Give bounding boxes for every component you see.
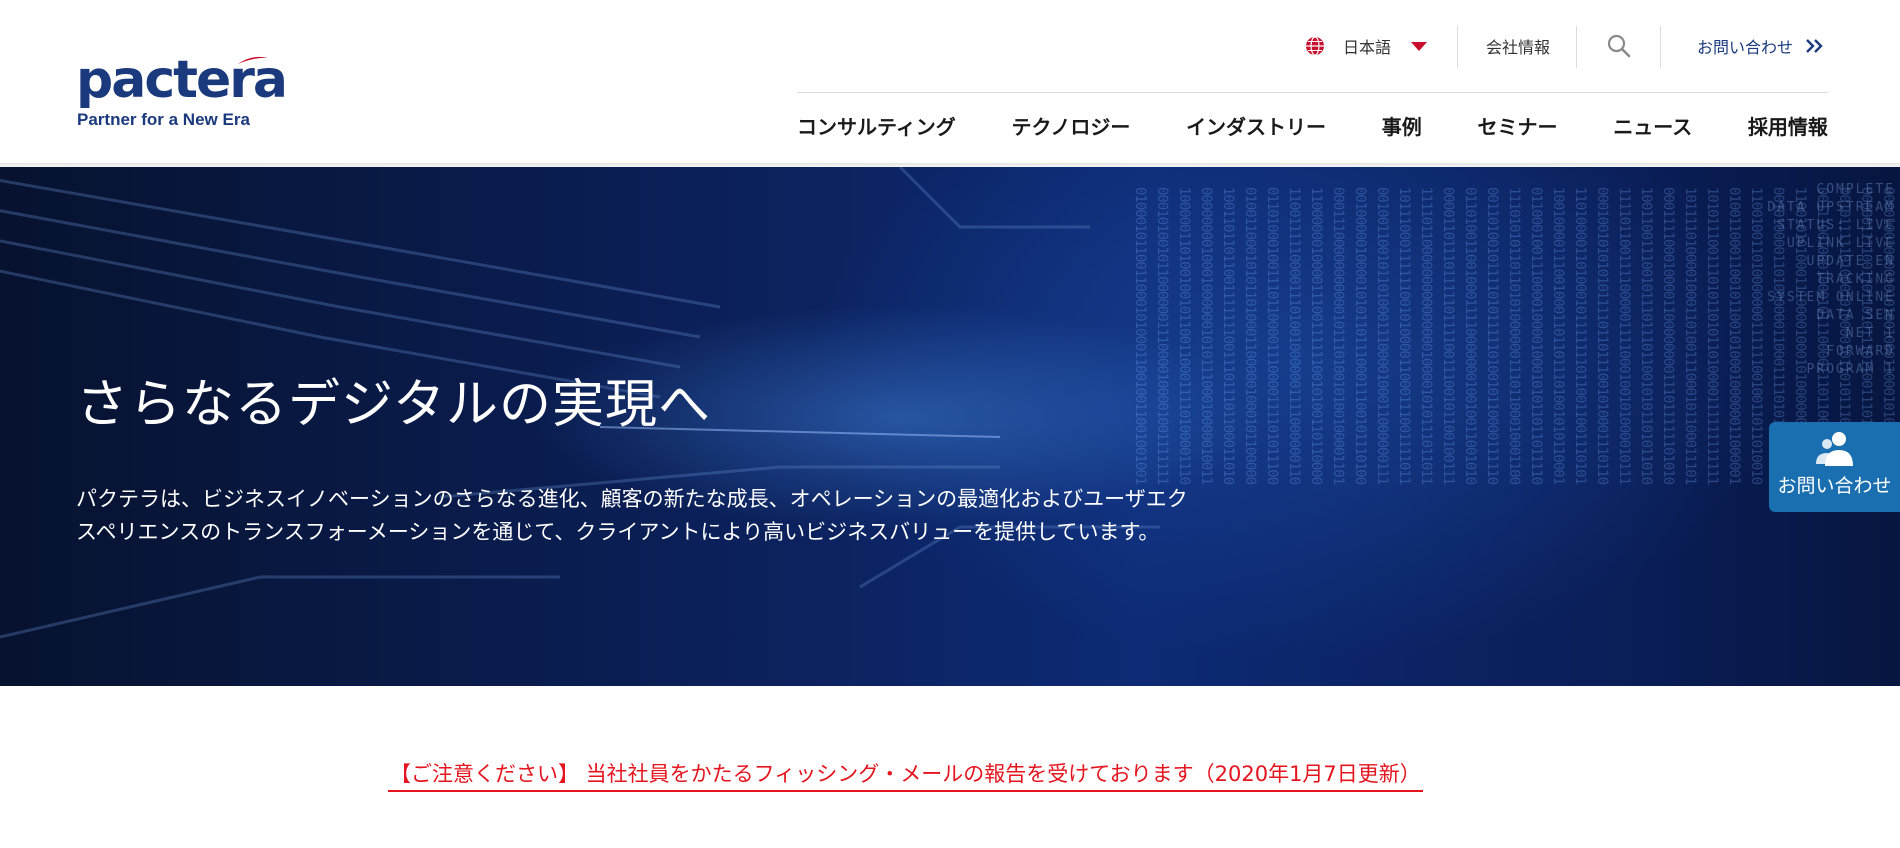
company-info-link[interactable]: 会社情報 [1486, 26, 1550, 66]
phishing-notice-link[interactable]: 【ご注意ください】 当社社員をかたるフィッシング・メールの報告を受けております（… [388, 758, 1423, 792]
matrix-column: 1001101101100111111100111011101100011010 [1220, 187, 1236, 485]
floating-contact-button[interactable]: お問い合わせ [1769, 422, 1900, 512]
hero-background-label: NET 1 [1846, 326, 1895, 341]
nav-item-news[interactable]: ニュース [1613, 112, 1692, 142]
matrix-column: 1001000011100100011011011101001010110001 [1550, 187, 1566, 485]
language-label: 日本語 [1343, 38, 1392, 57]
hero-background-label: COMPLETE [1816, 182, 1895, 197]
double-chevron-right-icon [1806, 39, 1823, 53]
divider [1660, 26, 1661, 68]
hero-background-label: SYSTEM ONLINE [1767, 290, 1895, 305]
matrix-column: 1000001101001001011001100011110100001110 [1176, 187, 1192, 485]
person-icon [1815, 432, 1853, 466]
matrix-column: 0110001001110000100001000101011011011110 [1528, 187, 1544, 485]
hero-background-label: DATA SEN [1816, 308, 1895, 323]
matrix-column: 1100111110000111010010000001111000000110 [1286, 187, 1302, 485]
nav-item-seminar[interactable]: セミナー [1478, 112, 1558, 142]
matrix-column: 0100110001010110100011000001000101100000 [1242, 187, 1258, 485]
matrix-column: 0100010110011000101000110010011001001001 [1132, 187, 1148, 485]
matrix-column: 1110101011011010100000011101100010001100 [1506, 187, 1522, 485]
matrix-column: 0001110000000000010111010010100100001101 [1330, 187, 1346, 485]
company-info-label: 会社情報 [1486, 38, 1551, 57]
matrix-column: 1101000011010001011111110110011001110101 [1572, 187, 1588, 485]
matrix-column: 0010000010000101011011100011100101110100 [1352, 187, 1368, 485]
matrix-column: 0110100010011101100001110000111101011100 [1264, 187, 1280, 485]
hero-background-label: UPLINK LIVE [1787, 236, 1895, 251]
hero-background-label: TRACKING [1816, 272, 1895, 287]
contact-label: お問い合わせ [1697, 38, 1794, 57]
floating-contact-label: お問い合わせ [1777, 475, 1892, 497]
matrix-column: 0000000010001000000101011100010000010011 [1198, 187, 1214, 485]
matrix-column: 1011100011111100101000011000111001111011 [1396, 187, 1412, 485]
matrix-column: 0001001010101011110110111001010001110110 [1594, 187, 1610, 485]
matrix-column: 0001111000100001100000000111011111101010 [1660, 187, 1676, 485]
header-divider [797, 92, 1828, 93]
main-nav: コンサルティング テクノロジー インダストリー 事例 セミナー ニュース 採用情… [797, 112, 1828, 142]
matrix-column: 0110100110010001111000000010010011001010 [1462, 187, 1478, 485]
nav-item-technology[interactable]: テクノロジー [1012, 112, 1131, 142]
pactera-logo[interactable]: pactera Partner for a New Era [76, 50, 288, 132]
hero-title: さらなるデジタルの実現へ [76, 374, 711, 435]
matrix-column: 0000110111011111011110011100101100100111 [1440, 187, 1456, 485]
matrix-column: 0010011001011010001110000100011000000111 [1374, 187, 1390, 485]
matrix-column: 1001100111001011101110110010101101011010 [1638, 187, 1654, 485]
hero-description: パクテラは、ビジネスイノベーションのさらなる進化、顧客の新たな成長、オペレーショ… [76, 487, 1188, 544]
globe-icon [1306, 36, 1324, 56]
logo-tagline: Partner for a New Era [77, 110, 250, 129]
matrix-column: 1111011000000000000000100001010111011011 [1418, 187, 1434, 485]
hero-banner: 0100010110011000101000110010011001001001… [0, 167, 1900, 686]
hero-background-label: FORWARD [1826, 344, 1895, 359]
nav-item-industry[interactable]: インダストリー [1186, 112, 1326, 142]
nav-item-recruit[interactable]: 採用情報 [1748, 112, 1828, 142]
matrix-column: 1010111001110101101011010000111111111111 [1704, 187, 1720, 485]
contact-link[interactable]: お問い合わせ [1697, 26, 1825, 66]
site-header: pactera Partner for a New Era 日本語 会社情報 お… [0, 0, 1900, 163]
search-button[interactable] [1606, 26, 1632, 66]
divider [1457, 26, 1458, 68]
matrix-column: 0011010010111101011111010010110000111110 [1484, 187, 1500, 485]
nav-item-consulting[interactable]: コンサルティング [797, 112, 956, 142]
hero-background-label: PROGRAM 1 [1807, 362, 1895, 377]
matrix-column: 1100100110100000001111110010011011010010 [1748, 187, 1764, 485]
divider [1576, 26, 1577, 68]
nav-item-cases[interactable]: 事例 [1382, 112, 1422, 142]
logo-swoosh-icon [238, 56, 268, 64]
matrix-column: 1111011001111000001111000100101000010111 [1616, 187, 1632, 485]
language-selector[interactable]: 日本語 [1305, 26, 1428, 66]
matrix-column: 0100110001100101100101000100000011000001 [1726, 187, 1742, 485]
search-icon [1607, 34, 1631, 58]
caret-down-icon [1411, 41, 1428, 51]
matrix-column: 1011110100001000110100111000101100011101 [1682, 187, 1698, 485]
matrix-column: 0001010010110000001110000100001001111111 [1154, 187, 1170, 485]
matrix-column: 1100000010000111001111110010100110110000 [1308, 187, 1324, 485]
hero-background-label: UPDATE EN [1807, 254, 1895, 269]
hero-background-label: STATUS: LIVE [1777, 218, 1895, 233]
hero-background-label: DATA UPSTREAM [1767, 200, 1895, 215]
